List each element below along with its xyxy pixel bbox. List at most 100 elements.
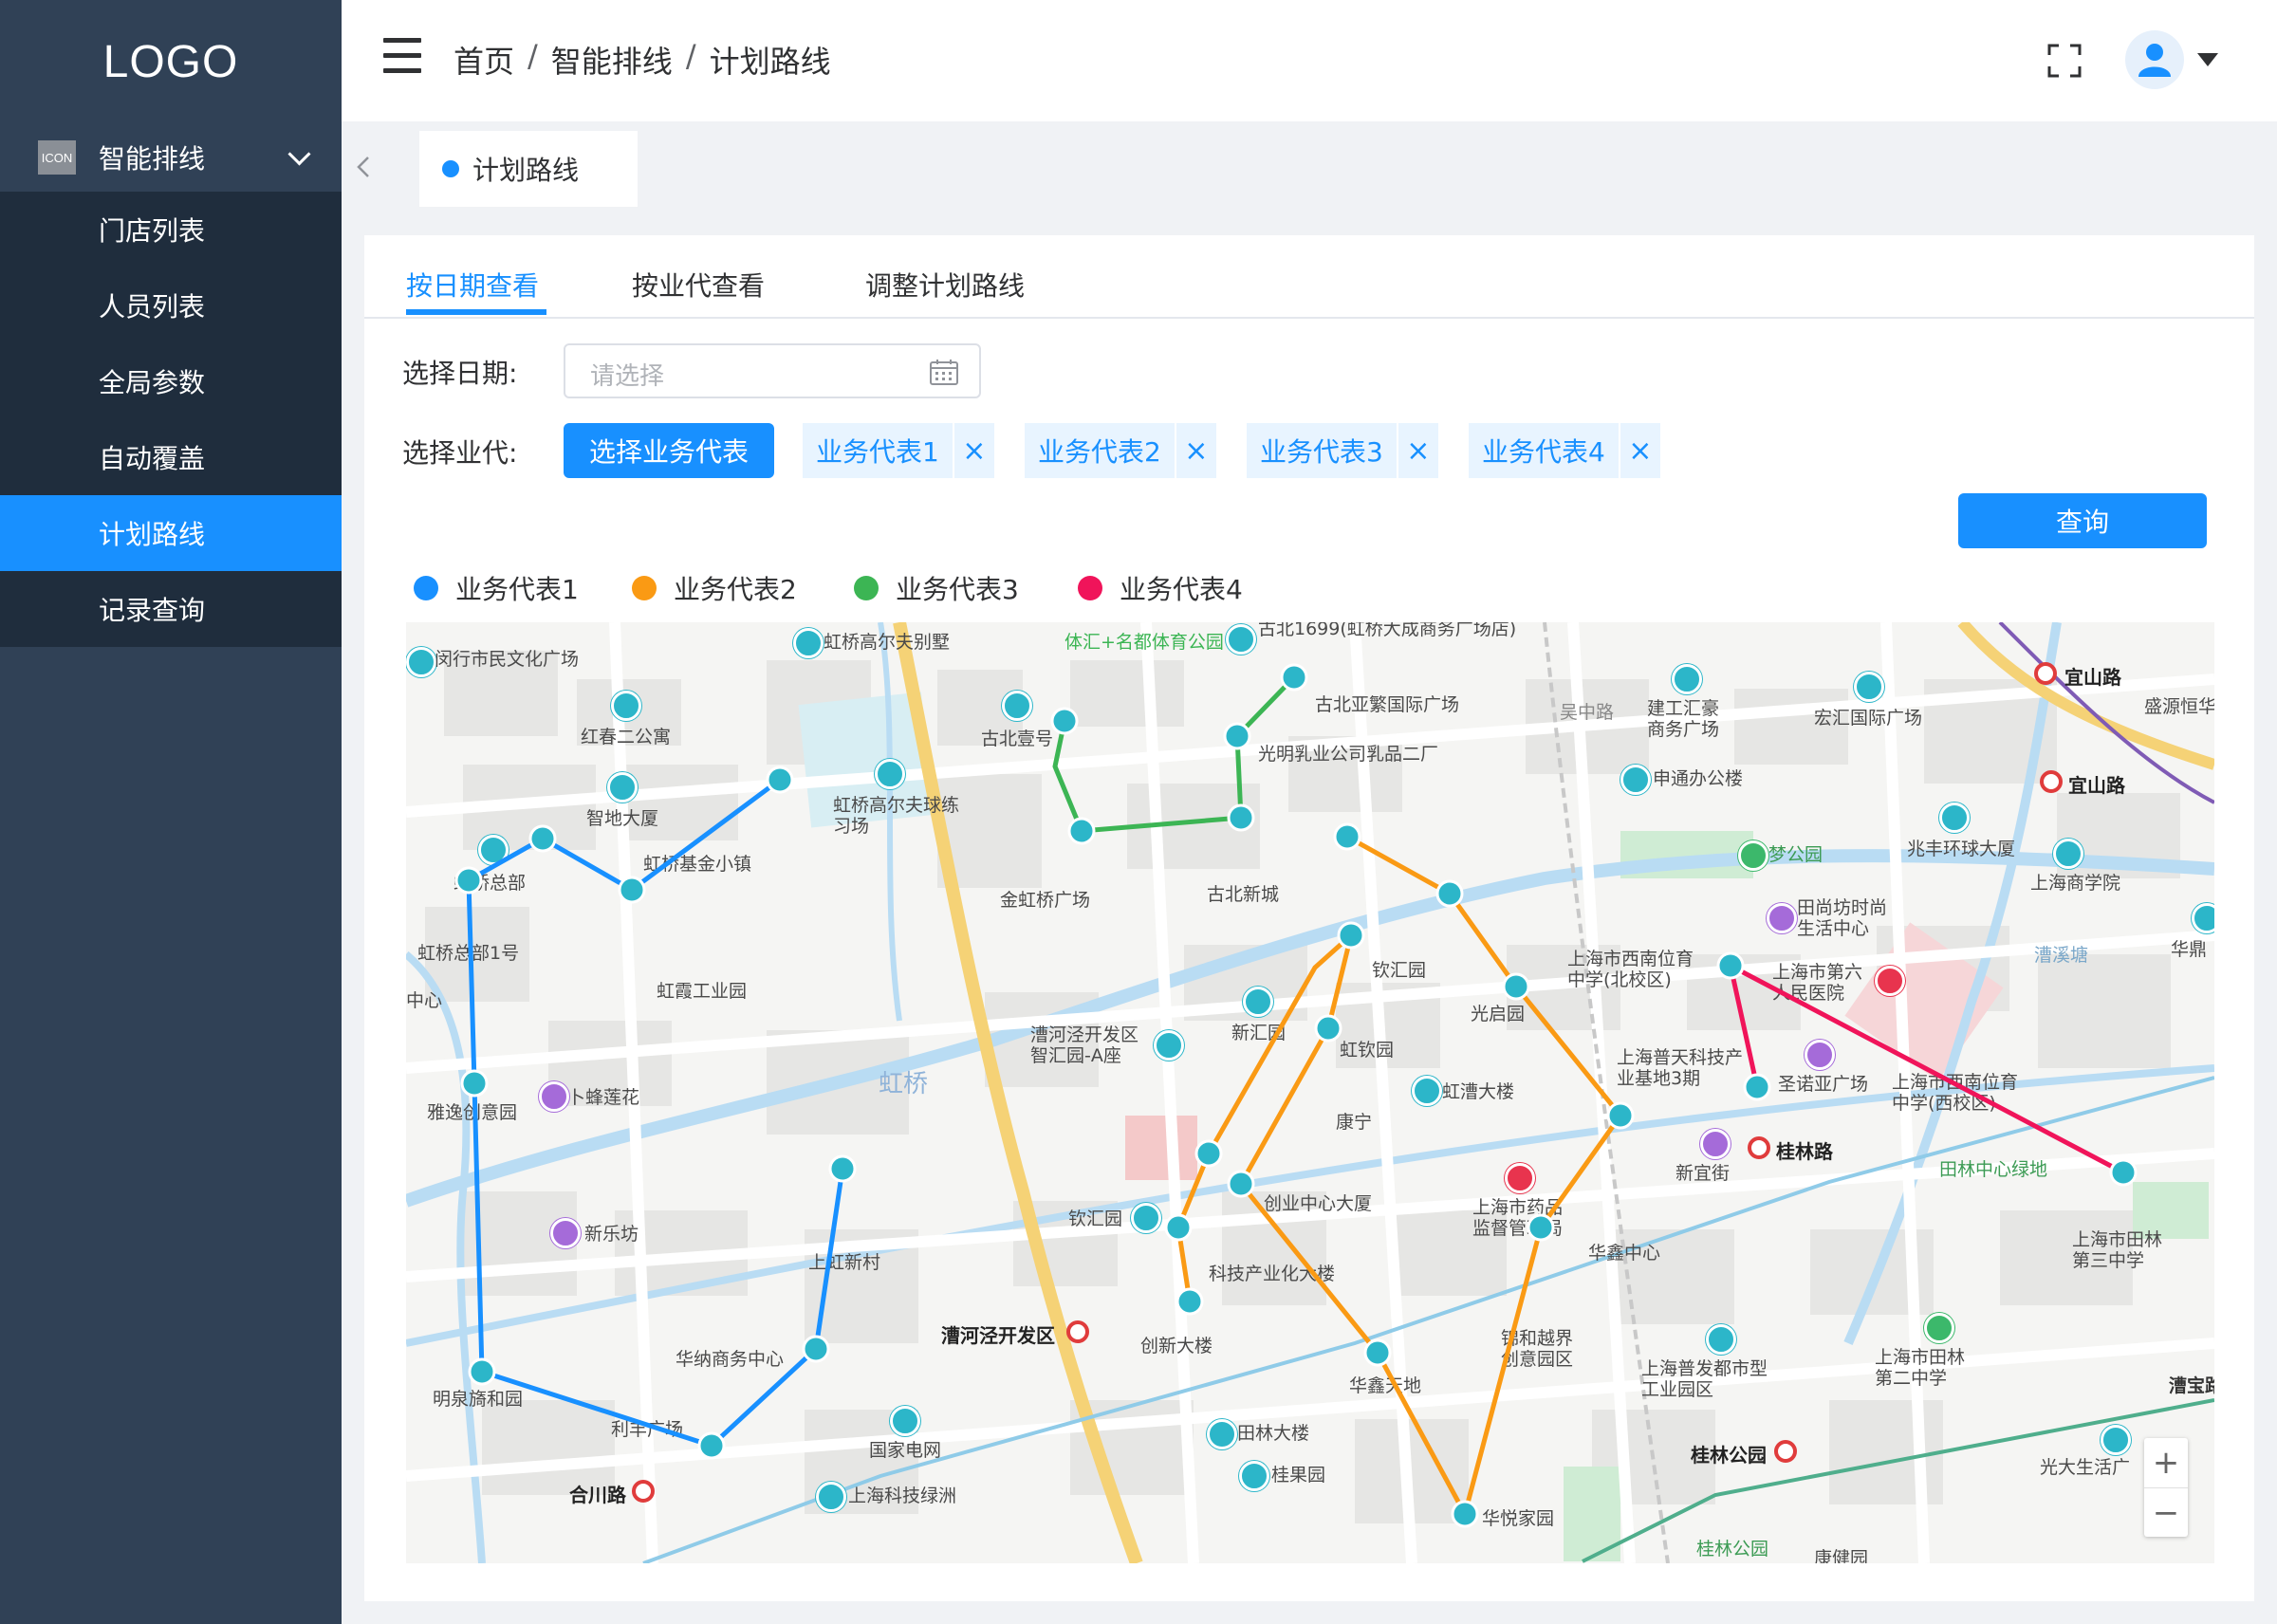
rep-chip-label: 业务代表2 [1025, 423, 1176, 478]
top-header: 首页 / 智能排线 / 计划路线 [342, 0, 2277, 121]
poi-label: 上海市第六人民医院 [1772, 962, 1863, 1004]
close-icon[interactable]: × [1620, 434, 1660, 468]
date-label: 选择日期: [402, 358, 518, 389]
breadcrumb-home[interactable]: 首页 [454, 38, 514, 82]
poi-label: 古北亚繁国际广场 [1315, 694, 1460, 715]
breadcrumb-current: 计划路线 [709, 44, 831, 80]
sidebar-item-record-query[interactable]: 记录查询 [0, 571, 342, 647]
poi-label: 光明乳业公司乳品二厂 [1258, 744, 1439, 765]
poi-label: 盛源恒华 [2144, 696, 2214, 717]
rep-chip-label: 业务代表3 [1247, 423, 1398, 478]
poi-icon [1939, 803, 1970, 833]
chevron-left-icon[interactable] [355, 156, 372, 178]
breadcrumb-separator: / [528, 38, 538, 74]
date-picker-input[interactable]: 请选择 [564, 343, 981, 398]
poi-label: 卜蜂莲花 [567, 1087, 640, 1108]
select-rep-button[interactable]: 选择业务代表 [564, 423, 774, 478]
breadcrumb-smart-routing[interactable]: 智能排线 [551, 38, 673, 82]
poi-label: 钦汇园 [1372, 960, 1427, 981]
poi-label: 华鑫天地 [1349, 1375, 1422, 1396]
area-label: 虹桥 [879, 1070, 929, 1098]
metro-station-label: 桂林公园 [1691, 1444, 1767, 1467]
poi-icon [1412, 1076, 1442, 1106]
breadcrumb-separator: / [685, 38, 696, 74]
hospital-icon [1875, 966, 1905, 996]
close-icon[interactable]: × [954, 434, 994, 468]
poi-label: 虹桥总部1号 [417, 943, 520, 964]
legend-dot [414, 576, 438, 600]
poi-icon [1154, 1030, 1184, 1061]
submenu: 门店列表 人员列表 全局参数 自动覆盖 计划路线 记录查询 [0, 192, 342, 647]
date-placeholder: 请选择 [590, 362, 665, 391]
zoom-out-button[interactable]: − [2144, 1488, 2188, 1538]
poi-label: 建工汇豪商务广场 [1647, 698, 1720, 740]
query-button[interactable]: 查询 [1958, 493, 2207, 548]
view-tabs: 按日期查看 按业代查看 调整计划路线 [364, 235, 2254, 319]
poi-label: 新汇园 [1231, 1023, 1287, 1043]
metro-station-label: 合川路 [569, 1484, 626, 1506]
legend-label: 业务代表2 [674, 574, 797, 605]
tab-by-date[interactable]: 按日期查看 [406, 266, 539, 304]
tab-by-rep[interactable]: 按业代查看 [632, 266, 765, 304]
poi-label: 古北新城 [1207, 884, 1280, 905]
close-icon[interactable]: × [1398, 434, 1438, 468]
breadcrumb: 首页 / 智能排线 / 计划路线 [454, 38, 831, 82]
legend-item: 业务代表3 [854, 569, 1019, 607]
close-icon[interactable]: × [1176, 434, 1216, 468]
legend-item: 业务代表4 [1078, 569, 1243, 607]
legend-item: 业务代表1 [414, 569, 579, 607]
poi-label: 上海市西南位育中学(北校区) [1567, 949, 1694, 990]
poi-icon [406, 647, 436, 677]
poi-label: 虹桥总部 [454, 873, 527, 894]
chevron-down-icon [287, 142, 311, 166]
poi-label: 康宁 [1336, 1112, 1373, 1133]
poi-icon [607, 772, 638, 803]
poi-icon [1002, 691, 1032, 721]
caret-down-icon[interactable] [2197, 53, 2218, 66]
hamburger-icon[interactable] [383, 38, 421, 76]
logo: LOGO [102, 36, 239, 87]
sidebar-item-auto-coverage[interactable]: 自动覆盖 [0, 419, 342, 495]
poi-label: 虹桥高尔夫别墅 [824, 632, 951, 653]
sidebar-item-global-params[interactable]: 全局参数 [0, 343, 342, 419]
poi-label: 上海普天科技产业基地3期 [1617, 1047, 1744, 1089]
poi-label: 锦和越界创意园区 [1501, 1328, 1574, 1370]
tab-adjust-route[interactable]: 调整计划路线 [865, 266, 1025, 304]
poi-label: 兆丰环球大厦 [1907, 839, 2016, 859]
poi-label: 上海科技绿洲 [848, 1486, 957, 1506]
poi-label: 华鼎 [2171, 939, 2208, 960]
poi-icon [890, 1406, 920, 1436]
user-avatar-icon[interactable] [2125, 30, 2184, 89]
menu-group-smart-routing[interactable]: ICON 智能排线 [0, 123, 342, 192]
zoom-in-button[interactable]: + [2144, 1438, 2188, 1488]
sidebar-item-planned-route[interactable]: 计划路线 [0, 495, 342, 571]
metro-station-icon [2034, 662, 2057, 685]
poi-label: 中心 [406, 990, 443, 1011]
metro-station-label: 桂林路 [1776, 1140, 1833, 1163]
metro-station-icon [1748, 1136, 1770, 1159]
poi-label: 科技产业化大楼 [1209, 1264, 1336, 1284]
poi-icon [1226, 624, 1256, 655]
rep-label: 选择业代: [402, 437, 518, 469]
poi-label: 田尚坊时尚生活中心 [1797, 897, 1888, 939]
poi-label: 光大生活广 [2040, 1457, 2131, 1478]
route-map[interactable]: 闵行市民文化广场 虹桥高尔夫别墅 体汇+名都体育公园 古北1699(虹桥大成商务… [406, 622, 2214, 1563]
poi-label: 钦汇园 [1068, 1209, 1123, 1229]
metro-station-icon [632, 1480, 655, 1503]
fullscreen-icon[interactable] [2047, 44, 2082, 78]
poi-label: 康健园 [1814, 1548, 1869, 1563]
sidebar-item-staff-list[interactable]: 人员列表 [0, 268, 342, 343]
poi-label: 上海市西南位育中学(西校区) [1892, 1072, 2019, 1114]
poi-label: 新宜街 [1675, 1163, 1731, 1184]
poi-label: 创新大楼 [1140, 1336, 1213, 1356]
poi-label: 古北壹号 [981, 729, 1054, 749]
tag-planned-route[interactable]: 计划路线 [419, 131, 638, 207]
poi-label: 智地大厦 [586, 808, 659, 829]
poi-icon [1207, 1419, 1237, 1449]
poi-icon [539, 1081, 569, 1112]
metro-station-icon [2040, 770, 2063, 793]
poi-label: 圣诺亚广场 [1778, 1074, 1869, 1095]
rep-chip: 业务代表4 × [1469, 423, 1660, 478]
metro-station-label: 宜山路 [2064, 666, 2121, 689]
sidebar-item-store-list[interactable]: 门店列表 [0, 192, 342, 268]
